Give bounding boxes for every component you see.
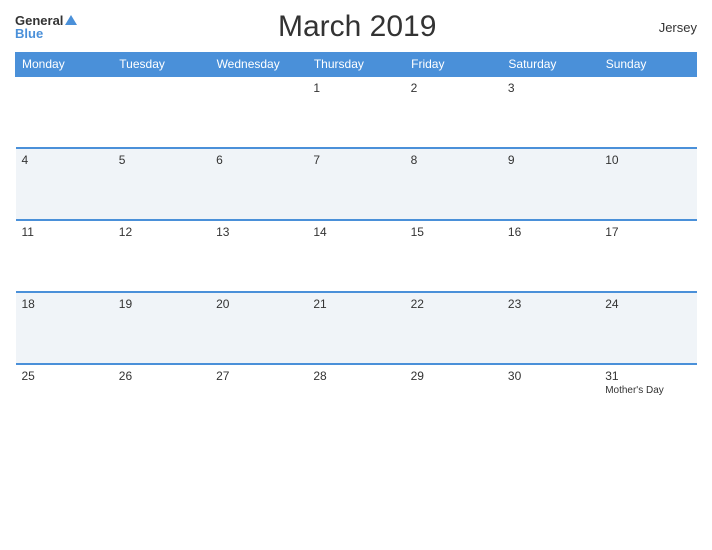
table-row: 2 (405, 76, 502, 148)
day-number: 3 (508, 81, 515, 95)
calendar-row: 25 26 27 28 29 30 31 Mother's Day (16, 364, 697, 436)
calendar-row: 1 2 3 (16, 76, 697, 148)
table-row: 18 (16, 292, 113, 364)
table-row: 1 (307, 76, 404, 148)
table-row: 17 (599, 220, 696, 292)
day-number: 21 (313, 297, 326, 311)
day-number: 30 (508, 369, 521, 383)
col-monday: Monday (16, 53, 113, 77)
table-row: 19 (113, 292, 210, 364)
day-number: 29 (411, 369, 424, 383)
day-number: 15 (411, 225, 424, 239)
col-saturday: Saturday (502, 53, 599, 77)
calendar-table: Monday Tuesday Wednesday Thursday Friday… (15, 52, 697, 436)
table-row: 29 (405, 364, 502, 436)
table-row: 13 (210, 220, 307, 292)
header: General Blue March 2019 Jersey (15, 10, 697, 44)
day-number: 7 (313, 153, 320, 167)
page: General Blue March 2019 Jersey Monday Tu… (0, 0, 712, 550)
table-row: 5 (113, 148, 210, 220)
table-row: 10 (599, 148, 696, 220)
table-row: 21 (307, 292, 404, 364)
day-number: 18 (22, 297, 35, 311)
table-row: 16 (502, 220, 599, 292)
day-number: 14 (313, 225, 326, 239)
calendar-row: 18 19 20 21 22 23 24 (16, 292, 697, 364)
day-number: 11 (22, 225, 34, 239)
day-number: 25 (22, 369, 35, 383)
day-number: 13 (216, 225, 229, 239)
day-number: 5 (119, 153, 126, 167)
day-number: 10 (605, 153, 618, 167)
table-row: 31 Mother's Day (599, 364, 696, 436)
day-number: 19 (119, 297, 132, 311)
table-row: 9 (502, 148, 599, 220)
day-number: 9 (508, 153, 515, 167)
day-number: 26 (119, 369, 132, 383)
calendar-row: 4 5 6 7 8 9 10 (16, 148, 697, 220)
calendar-row: 11 12 13 14 15 16 17 (16, 220, 697, 292)
day-number: 31 (605, 369, 618, 383)
day-number: 22 (411, 297, 424, 311)
calendar-title: March 2019 (77, 10, 637, 44)
day-number: 27 (216, 369, 229, 383)
day-number: 2 (411, 81, 418, 95)
day-number: 23 (508, 297, 521, 311)
day-number: 17 (605, 225, 618, 239)
logo-blue-text: Blue (15, 27, 43, 40)
table-row: 22 (405, 292, 502, 364)
table-row (113, 76, 210, 148)
day-number: 6 (216, 153, 223, 167)
table-row (16, 76, 113, 148)
day-number: 28 (313, 369, 326, 383)
table-row: 24 (599, 292, 696, 364)
logo-triangle-icon (65, 15, 77, 25)
table-row: 3 (502, 76, 599, 148)
calendar-header: Monday Tuesday Wednesday Thursday Friday… (16, 53, 697, 77)
table-row: 4 (16, 148, 113, 220)
col-thursday: Thursday (307, 53, 404, 77)
table-row: 14 (307, 220, 404, 292)
table-row: 12 (113, 220, 210, 292)
table-row: 28 (307, 364, 404, 436)
table-row: 8 (405, 148, 502, 220)
location-text: Jersey (637, 20, 697, 35)
calendar-event: Mother's Day (605, 385, 690, 396)
table-row: 15 (405, 220, 502, 292)
day-number: 4 (22, 153, 29, 167)
col-wednesday: Wednesday (210, 53, 307, 77)
day-number: 24 (605, 297, 618, 311)
table-row: 30 (502, 364, 599, 436)
table-row (599, 76, 696, 148)
col-friday: Friday (405, 53, 502, 77)
day-number: 12 (119, 225, 132, 239)
table-row: 6 (210, 148, 307, 220)
logo: General Blue (15, 14, 77, 40)
table-row: 26 (113, 364, 210, 436)
table-row: 7 (307, 148, 404, 220)
table-row: 20 (210, 292, 307, 364)
day-number: 20 (216, 297, 229, 311)
table-row: 25 (16, 364, 113, 436)
table-row: 23 (502, 292, 599, 364)
calendar-body: 1234567891011121314151617181920212223242… (16, 76, 697, 436)
col-tuesday: Tuesday (113, 53, 210, 77)
calendar-header-row: Monday Tuesday Wednesday Thursday Friday… (16, 53, 697, 77)
day-number: 16 (508, 225, 521, 239)
table-row: 11 (16, 220, 113, 292)
col-sunday: Sunday (599, 53, 696, 77)
day-number: 1 (313, 81, 320, 95)
table-row: 27 (210, 364, 307, 436)
day-number: 8 (411, 153, 418, 167)
table-row (210, 76, 307, 148)
